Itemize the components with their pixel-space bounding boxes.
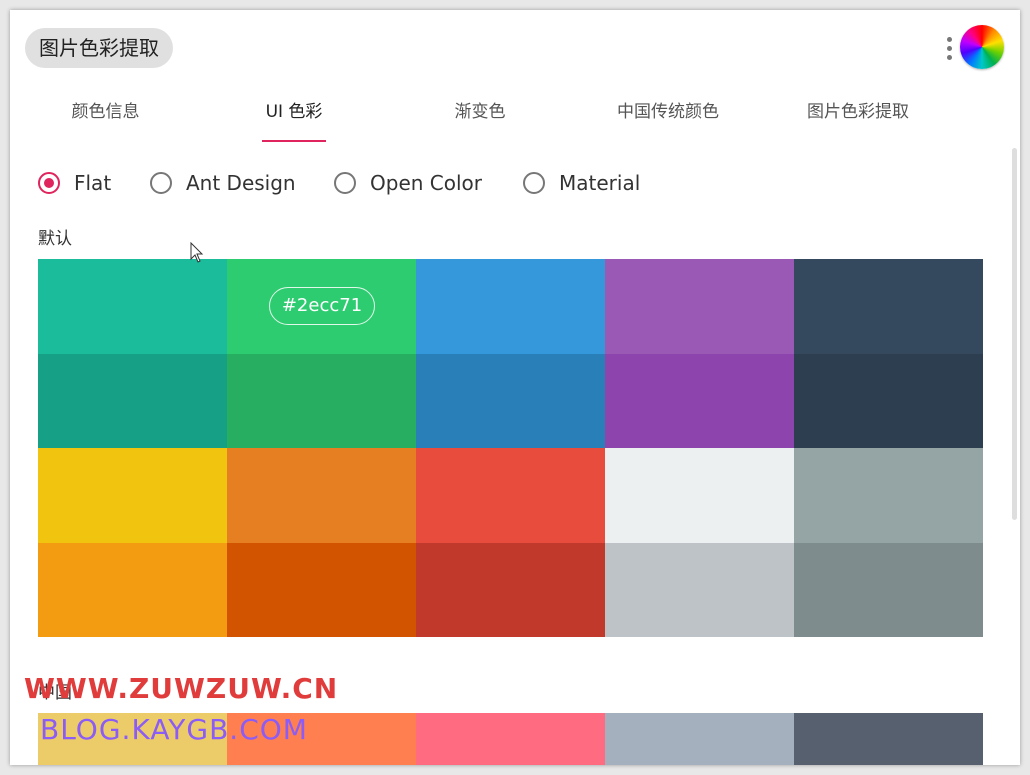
color-swatch[interactable] xyxy=(38,542,227,637)
mouse-pointer-icon xyxy=(190,242,204,263)
vertical-scrollbar[interactable] xyxy=(1012,148,1017,520)
radio-checked-icon xyxy=(38,172,60,194)
radio-unchecked-icon xyxy=(334,172,356,194)
radio-unchecked-icon xyxy=(150,172,172,194)
radio-material[interactable]: Material xyxy=(523,165,640,201)
color-swatch[interactable] xyxy=(38,448,227,543)
tab-ui-colors[interactable]: UI 色彩 xyxy=(241,90,347,142)
radio-unchecked-icon xyxy=(523,172,545,194)
color-swatch[interactable] xyxy=(794,448,983,543)
color-row: #2ecc71 xyxy=(38,259,983,354)
radio-flat[interactable]: Flat xyxy=(38,165,111,201)
color-swatch[interactable] xyxy=(416,259,605,354)
color-swatch[interactable] xyxy=(416,448,605,543)
app-window: 图片色彩提取 颜色信息 UI 色彩 渐变色 中国传统颜色 图片色彩提取 Flat… xyxy=(10,10,1020,765)
color-swatch[interactable] xyxy=(416,713,605,765)
color-swatch[interactable] xyxy=(605,542,794,637)
color-swatch[interactable] xyxy=(227,448,416,543)
color-swatch[interactable] xyxy=(227,542,416,637)
hex-label: #2ecc71 xyxy=(269,287,375,325)
radio-label: Ant Design xyxy=(186,171,296,195)
watermark-text: BLOG.KAYGB.COM xyxy=(40,713,308,746)
color-swatch[interactable] xyxy=(416,542,605,637)
color-swatch[interactable] xyxy=(794,542,983,637)
tab-chinese-colors[interactable]: 中国传统颜色 xyxy=(595,90,741,142)
color-swatch[interactable] xyxy=(794,259,983,354)
color-wheel-icon[interactable] xyxy=(960,25,1004,69)
color-swatch[interactable] xyxy=(794,713,983,765)
tab-image-extract[interactable]: 图片色彩提取 xyxy=(792,90,924,142)
section-title-default: 默认 xyxy=(38,229,72,249)
color-row xyxy=(38,353,983,448)
watermark-text: WWW.ZUWZUW.CN xyxy=(24,672,339,705)
app-title-chip: 图片色彩提取 xyxy=(25,28,173,68)
color-swatch[interactable] xyxy=(227,353,416,448)
color-grid-default: #2ecc71 xyxy=(38,259,983,637)
more-vert-icon[interactable] xyxy=(944,34,954,64)
color-swatch[interactable]: #2ecc71 xyxy=(227,259,416,354)
radio-label: Material xyxy=(559,171,641,195)
radio-label: Flat xyxy=(74,171,112,195)
tab-gradients[interactable]: 渐变色 xyxy=(430,90,530,142)
color-row xyxy=(38,448,983,543)
color-swatch[interactable] xyxy=(605,353,794,448)
radio-label: Open Color xyxy=(370,171,482,195)
tab-bar: 颜色信息 UI 色彩 渐变色 中国传统颜色 图片色彩提取 xyxy=(10,90,1020,144)
color-swatch[interactable] xyxy=(38,353,227,448)
color-swatch[interactable] xyxy=(416,353,605,448)
color-swatch[interactable] xyxy=(605,448,794,543)
color-swatch[interactable] xyxy=(605,713,794,765)
color-row xyxy=(38,542,983,637)
color-swatch[interactable] xyxy=(38,259,227,354)
color-swatch[interactable] xyxy=(794,353,983,448)
radio-open-color[interactable]: Open Color xyxy=(334,165,482,201)
tab-color-info[interactable]: 颜色信息 xyxy=(48,90,163,142)
radio-ant-design[interactable]: Ant Design xyxy=(150,165,296,201)
color-swatch[interactable] xyxy=(605,259,794,354)
